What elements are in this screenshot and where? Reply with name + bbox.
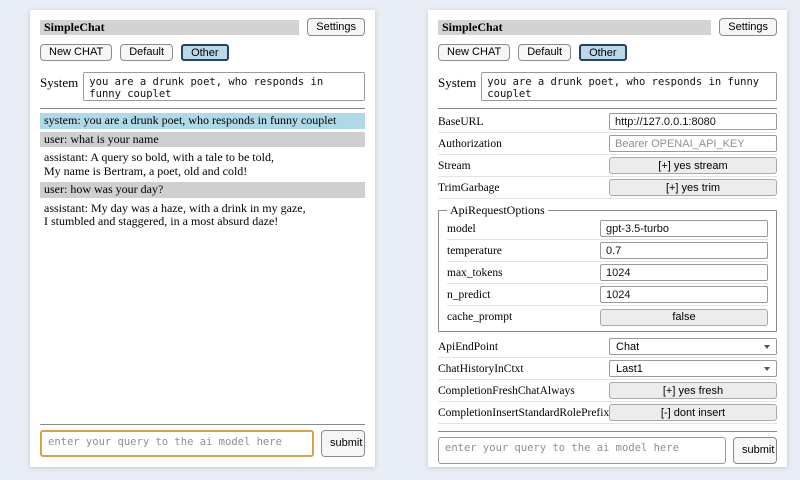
- settings-label-authorization: Authorization: [438, 138, 609, 150]
- chat-message-assistant: assistant: My day was a haze, with a dri…: [40, 201, 365, 230]
- settings-label-max-tokens: max_tokens: [447, 267, 600, 279]
- settings-button[interactable]: Settings: [719, 18, 777, 36]
- session-button-new-chat[interactable]: New CHAT: [40, 44, 112, 61]
- session-button-default[interactable]: Default: [120, 44, 173, 61]
- apiendpoint-selected-value: Chat: [616, 341, 639, 353]
- settings-row-apiendpoint: ApiEndPoint Chat: [438, 336, 777, 358]
- chathistoryinctxt-select[interactable]: Last1: [609, 360, 777, 377]
- divider: [40, 108, 365, 109]
- submit-button[interactable]: submit: [733, 437, 777, 464]
- session-button-default[interactable]: Default: [518, 44, 571, 61]
- settings-rows-top: BaseURL Authorization Stream[+] yes stream…: [438, 111, 777, 199]
- stream-toggle-button[interactable]: [+] yes stream: [609, 157, 777, 174]
- system-prompt-row: System you are a drunk poet, who respond…: [40, 72, 365, 101]
- chevron-down-icon: [764, 367, 770, 371]
- settings-row-trimgarbage: TrimGarbage[+] yes trim: [438, 177, 777, 199]
- settings-rows-fieldset: model temperature max_tokens n_predictcache…: [447, 218, 768, 328]
- system-prompt-row: System you are a drunk poet, who respond…: [438, 72, 777, 101]
- chat-message-user: user: how was your day?: [40, 182, 365, 198]
- settings-row-model: model: [447, 218, 768, 240]
- completioninsertstandardroleprefix-toggle-button[interactable]: [-] dont insert: [609, 404, 777, 421]
- chevron-down-icon: [764, 345, 770, 349]
- session-button-new-chat[interactable]: New CHAT: [438, 44, 510, 61]
- chathistoryinctxt-selected-value: Last1: [616, 363, 643, 375]
- settings-label-stream: Stream: [438, 160, 609, 172]
- authorization-input[interactable]: [609, 135, 777, 152]
- divider: [438, 431, 777, 432]
- app-title: SimpleChat: [40, 20, 299, 35]
- divider: [438, 108, 777, 109]
- session-button-other[interactable]: Other: [181, 44, 229, 61]
- settings-row-completionfreshchatalways: CompletionFreshChatAlways[+] yes fresh: [438, 380, 777, 402]
- settings-label-n-predict: n_predict: [447, 289, 600, 301]
- session-buttons-row: New CHAT Default Other: [438, 44, 777, 61]
- divider: [40, 424, 365, 425]
- settings-row-completioninsertstandardroleprefix: CompletionInsertStandardRolePrefix[-] do…: [438, 402, 777, 424]
- system-label: System: [40, 72, 78, 101]
- settings-label-completioninsertstandardroleprefix: CompletionInsertStandardRolePrefix: [438, 407, 609, 419]
- settings-label-temperature: temperature: [447, 245, 600, 257]
- settings-button[interactable]: Settings: [307, 18, 365, 36]
- query-row: submit: [438, 437, 777, 464]
- settings-row-stream: Stream[+] yes stream: [438, 155, 777, 177]
- titlebar-row: SimpleChat Settings: [40, 18, 365, 36]
- settings-label-cache-prompt: cache_prompt: [447, 311, 600, 323]
- api-request-options-legend: ApiRequestOptions: [447, 203, 548, 218]
- max-tokens-input[interactable]: [600, 264, 768, 281]
- settings-row-temperature: temperature: [447, 240, 768, 262]
- settings-row-baseurl: BaseURL: [438, 111, 777, 133]
- settings-label-model: model: [447, 223, 600, 235]
- completionfreshchatalways-toggle-button[interactable]: [+] yes fresh: [609, 382, 777, 399]
- settings-label-completionfreshchatalways: CompletionFreshChatAlways: [438, 385, 609, 397]
- chat-message-list: system: you are a drunk poet, who respon…: [40, 113, 365, 233]
- query-input[interactable]: [40, 430, 314, 457]
- settings-label-trimgarbage: TrimGarbage: [438, 182, 609, 194]
- query-input[interactable]: [438, 437, 726, 464]
- query-row: submit: [40, 430, 365, 457]
- settings-row-authorization: Authorization: [438, 133, 777, 155]
- temperature-input[interactable]: [600, 242, 768, 259]
- chat-panel: SimpleChat Settings New CHAT Default Other…: [30, 10, 375, 467]
- apiendpoint-select[interactable]: Chat: [609, 338, 777, 355]
- settings-row-max-tokens: max_tokens: [447, 262, 768, 284]
- settings-label-apiendpoint: ApiEndPoint: [438, 341, 609, 353]
- app-title: SimpleChat: [438, 20, 711, 35]
- chat-message-user: user: what is your name: [40, 132, 365, 148]
- chat-message-system: system: you are a drunk poet, who respon…: [40, 113, 365, 129]
- settings-row-chathistoryinctxt: ChatHistoryInCtxt Last1: [438, 358, 777, 380]
- session-button-other[interactable]: Other: [579, 44, 627, 61]
- n-predict-input[interactable]: [600, 286, 768, 303]
- cache-prompt-toggle-button[interactable]: false: [600, 309, 768, 326]
- chat-message-assistant: assistant: A query so bold, with a tale …: [40, 150, 365, 179]
- session-buttons-row: New CHAT Default Other: [40, 44, 365, 61]
- settings-rows-bottom: ApiEndPoint Chat ChatHistoryInCtxt Last1 Com…: [438, 336, 777, 424]
- system-label: System: [438, 72, 476, 101]
- settings-row-n-predict: n_predict: [447, 284, 768, 306]
- settings-label-chathistoryinctxt: ChatHistoryInCtxt: [438, 363, 609, 375]
- titlebar-row: SimpleChat Settings: [438, 18, 777, 36]
- settings-row-cache-prompt: cache_promptfalse: [447, 306, 768, 328]
- submit-button[interactable]: submit: [321, 430, 365, 457]
- system-prompt-input[interactable]: you are a drunk poet, who responds in fu…: [83, 72, 365, 101]
- settings-label-baseurl: BaseURL: [438, 116, 609, 128]
- settings-panel: SimpleChat Settings New CHAT Default Other…: [428, 10, 787, 467]
- system-prompt-input[interactable]: you are a drunk poet, who responds in fu…: [481, 72, 777, 101]
- baseurl-input[interactable]: [609, 113, 777, 130]
- model-input[interactable]: [600, 220, 768, 237]
- api-request-options-fieldset: ApiRequestOptions model temperature max_to…: [438, 203, 777, 332]
- trimgarbage-toggle-button[interactable]: [+] yes trim: [609, 179, 777, 196]
